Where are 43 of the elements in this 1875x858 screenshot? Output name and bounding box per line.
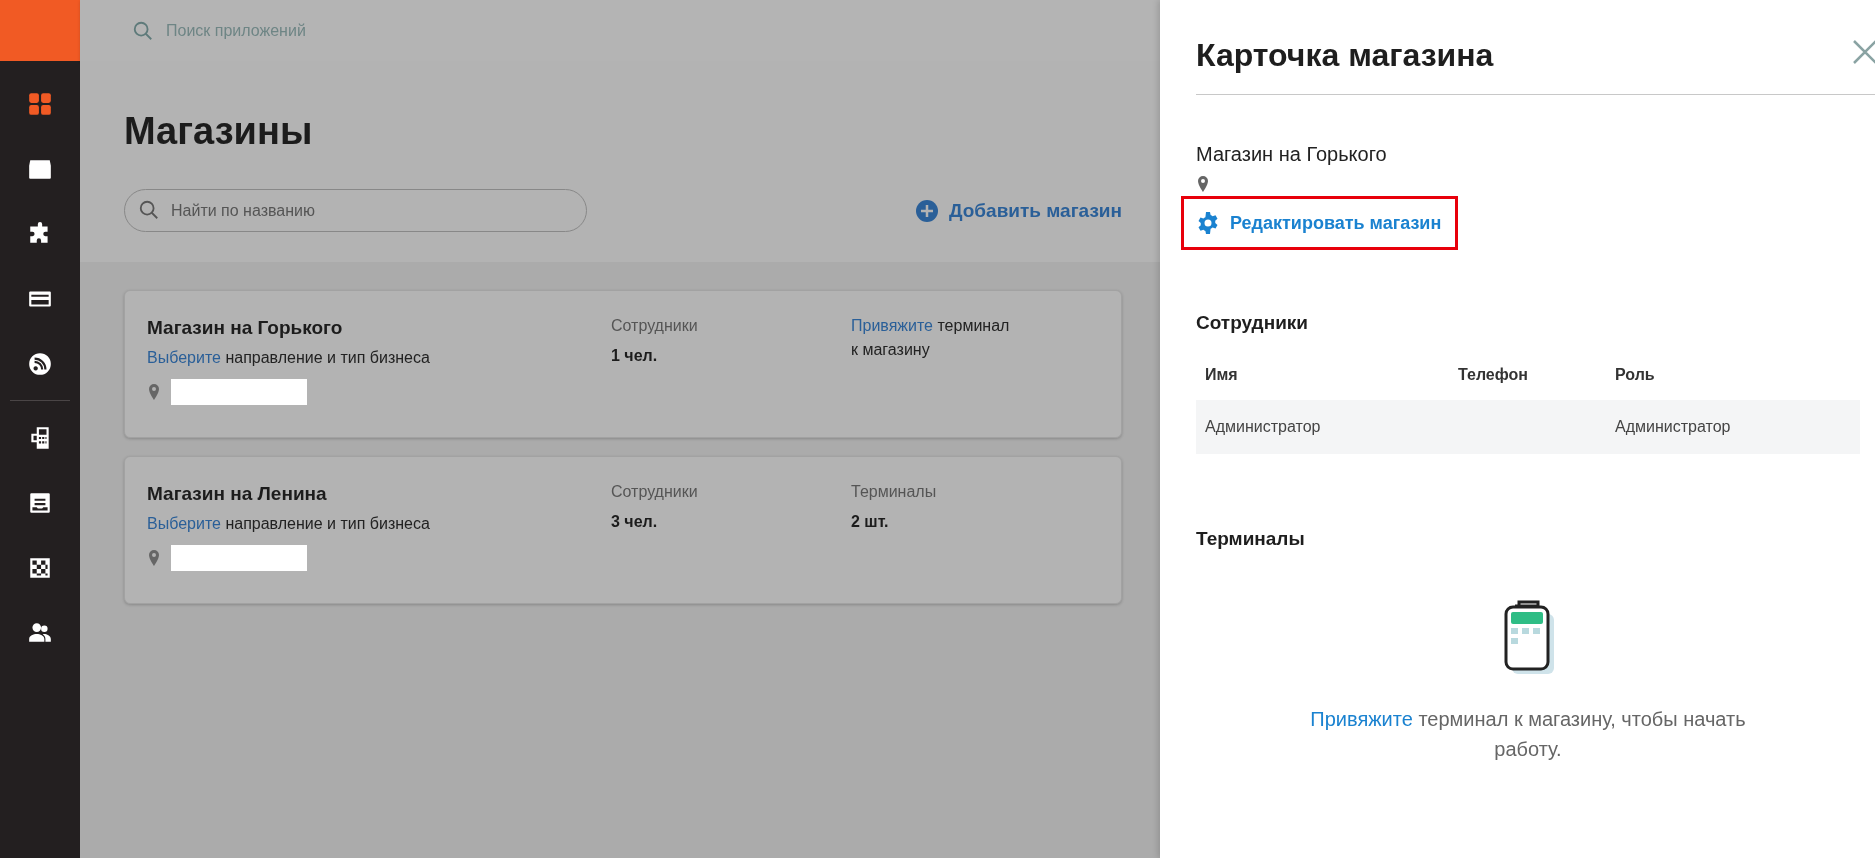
employees-label: Сотрудники: [611, 317, 699, 335]
bind-terminal-text: Привяжите терминал к магазину: [851, 316, 1011, 360]
store-name: Магазин на Ленина: [147, 483, 328, 505]
choose-link[interactable]: Выберите: [147, 349, 221, 366]
add-store-button[interactable]: Добавить магазин: [915, 198, 1122, 223]
empty-state-text: Привяжите терминал к магазину, чтобы начать работу.: [1309, 707, 1747, 762]
edit-store-button[interactable]: Редактировать магазин: [1181, 196, 1459, 250]
gear-icon: [1196, 211, 1220, 235]
pin-icon: [147, 384, 161, 400]
table-cell-text: Администратор: [1204, 418, 1322, 436]
store-card[interactable]: Магазин на Горького Выберите направление и тип бизнеса Сотрудники 1 чел. Привяжите терминал к магазину: [124, 290, 1122, 438]
plus-icon: [915, 198, 939, 223]
business-hint: Выберите направление и тип бизнеса: [147, 349, 431, 367]
pin-icon: [147, 550, 161, 566]
terminals-label: Терминалы: [851, 483, 938, 501]
column-header: Имя: [1204, 366, 1239, 384]
search-icon: [132, 19, 154, 42]
store-name: Магазин на Горького: [147, 317, 344, 339]
pin-icon: [1196, 176, 1210, 192]
store-name: Магазин на Горького: [1196, 143, 1388, 166]
bind-link[interactable]: Привяжите: [851, 317, 933, 334]
business-hint: Выберите направление и тип бизнеса: [147, 515, 431, 533]
sidebar-item-icon: [27, 90, 53, 117]
bind-link[interactable]: Привяжите: [1310, 708, 1413, 730]
employees-count: 3 чел.: [611, 513, 659, 531]
section-heading: Терминалы: [1196, 528, 1306, 550]
table-cell-text: Администратор: [1614, 418, 1732, 436]
choose-link[interactable]: Выберите: [147, 515, 221, 532]
page-title: Магазины: [124, 109, 314, 154]
employees-count: 1 чел.: [611, 347, 659, 365]
close-button[interactable]: [1851, 38, 1875, 66]
column-header: Роль: [1614, 366, 1656, 384]
sidebar-item-icon: [27, 350, 53, 377]
store-search-field[interactable]: Найти по названию: [124, 189, 587, 232]
terminals-count: 2 шт.: [851, 513, 890, 531]
employees-label: Сотрудники: [611, 483, 699, 501]
store-card[interactable]: Магазин на Ленина Выберите направление и тип бизнеса Сотрудники 3 чел. Терминалы 2 шт.: [124, 456, 1122, 604]
column-header: Телефон: [1457, 366, 1529, 384]
search-icon: [138, 199, 160, 221]
app-search-field[interactable]: Поиск приложений: [166, 21, 466, 40]
panel-title: Карточка магазина: [1196, 0, 1875, 95]
close-icon: [1851, 38, 1875, 66]
section-heading: Сотрудники: [1196, 312, 1309, 334]
